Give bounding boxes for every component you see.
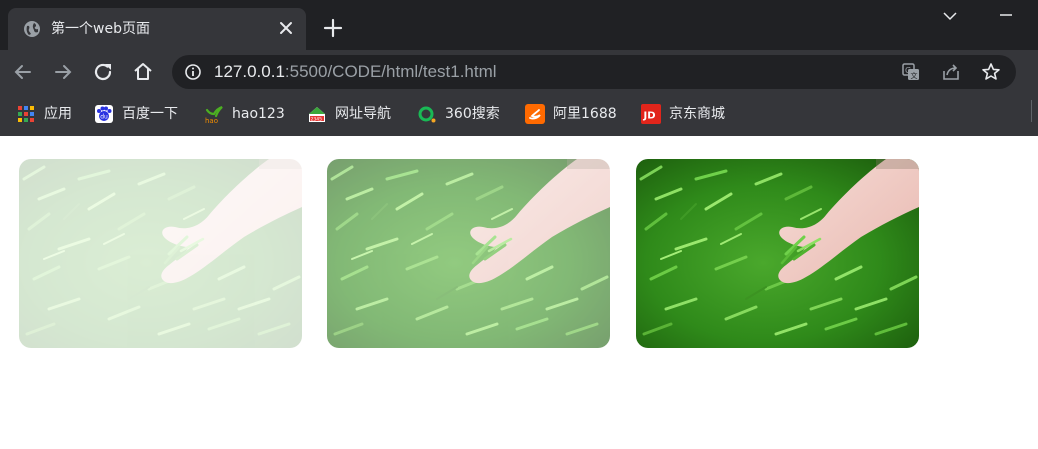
browser-tab[interactable]: 第一个web页面 (8, 8, 306, 50)
svg-text:hao: hao (205, 117, 218, 124)
2345-icon: 2345 (309, 107, 325, 123)
tab-strip: 第一个web页面 (0, 0, 1038, 50)
bookmark-apps[interactable]: 应用 (16, 103, 72, 125)
plus-icon[interactable] (322, 17, 344, 39)
bookmark-label: 京东商城 (669, 106, 725, 122)
alibaba-1688-icon (525, 104, 545, 124)
close-icon[interactable] (276, 18, 296, 38)
360-search-icon (418, 106, 436, 123)
baidu-icon: du (95, 105, 113, 123)
bookmark-label: 阿里1688 (553, 106, 617, 122)
address-bar[interactable]: 127.0.0.1:5500/CODE/html/test1.html G 文 (172, 55, 1016, 89)
svg-text:2345: 2345 (311, 117, 323, 123)
bookmark-hao123[interactable]: hao hao123 (204, 103, 285, 125)
bookmark-label: 360搜索 (445, 106, 500, 122)
bookmark-label: 百度一下 (122, 106, 178, 122)
url-host: 127.0.0.1 (214, 62, 285, 81)
page-content (0, 136, 1038, 449)
arrow-right-icon[interactable] (51, 60, 75, 84)
bookmarks-bar: 应用 du 百度一下 hao hao123 2345 网址导航 360搜索 阿里… (0, 94, 1038, 136)
bookmark-jd[interactable]: JD 京东商城 (641, 103, 725, 125)
star-icon[interactable] (981, 62, 1001, 82)
share-icon[interactable] (941, 62, 961, 82)
bookmark-360[interactable]: 360搜索 (417, 103, 500, 125)
chevron-down-icon[interactable] (940, 8, 960, 24)
info-icon[interactable] (184, 63, 202, 81)
bookmark-label: 网址导航 (335, 106, 391, 122)
reload-icon[interactable] (91, 60, 115, 84)
bookmark-baidu[interactable]: du 百度一下 (94, 103, 178, 125)
arrow-left-icon[interactable] (11, 60, 35, 84)
hao123-icon: hao (205, 105, 223, 124)
tea-leaves-photo-semi (327, 159, 610, 348)
apps-grid-icon (18, 106, 34, 122)
url-path: :5500/CODE/html/test1.html (284, 62, 497, 81)
bookmark-1688[interactable]: 阿里1688 (525, 103, 617, 125)
minimize-icon[interactable] (996, 8, 1016, 24)
globe-icon (24, 21, 40, 37)
home-icon[interactable] (131, 60, 155, 84)
browser-toolbar: 127.0.0.1:5500/CODE/html/test1.html G 文 (0, 50, 1038, 94)
svg-text:du: du (100, 114, 108, 121)
bookmarks-divider (1031, 100, 1032, 122)
bookmark-2345[interactable]: 2345 网址导航 (307, 103, 391, 125)
translate-icon[interactable]: G 文 (901, 62, 921, 82)
jd-icon: JD (641, 104, 661, 124)
url-text[interactable]: 127.0.0.1:5500/CODE/html/test1.html (214, 62, 497, 82)
svg-text:文: 文 (911, 71, 918, 80)
svg-text:JD: JD (643, 111, 656, 122)
tea-leaves-photo-full (636, 159, 919, 348)
bookmark-label: hao123 (232, 106, 285, 122)
bookmark-label: 应用 (44, 106, 72, 122)
tab-title: 第一个web页面 (51, 21, 150, 37)
tea-leaves-photo-faded (19, 159, 302, 348)
